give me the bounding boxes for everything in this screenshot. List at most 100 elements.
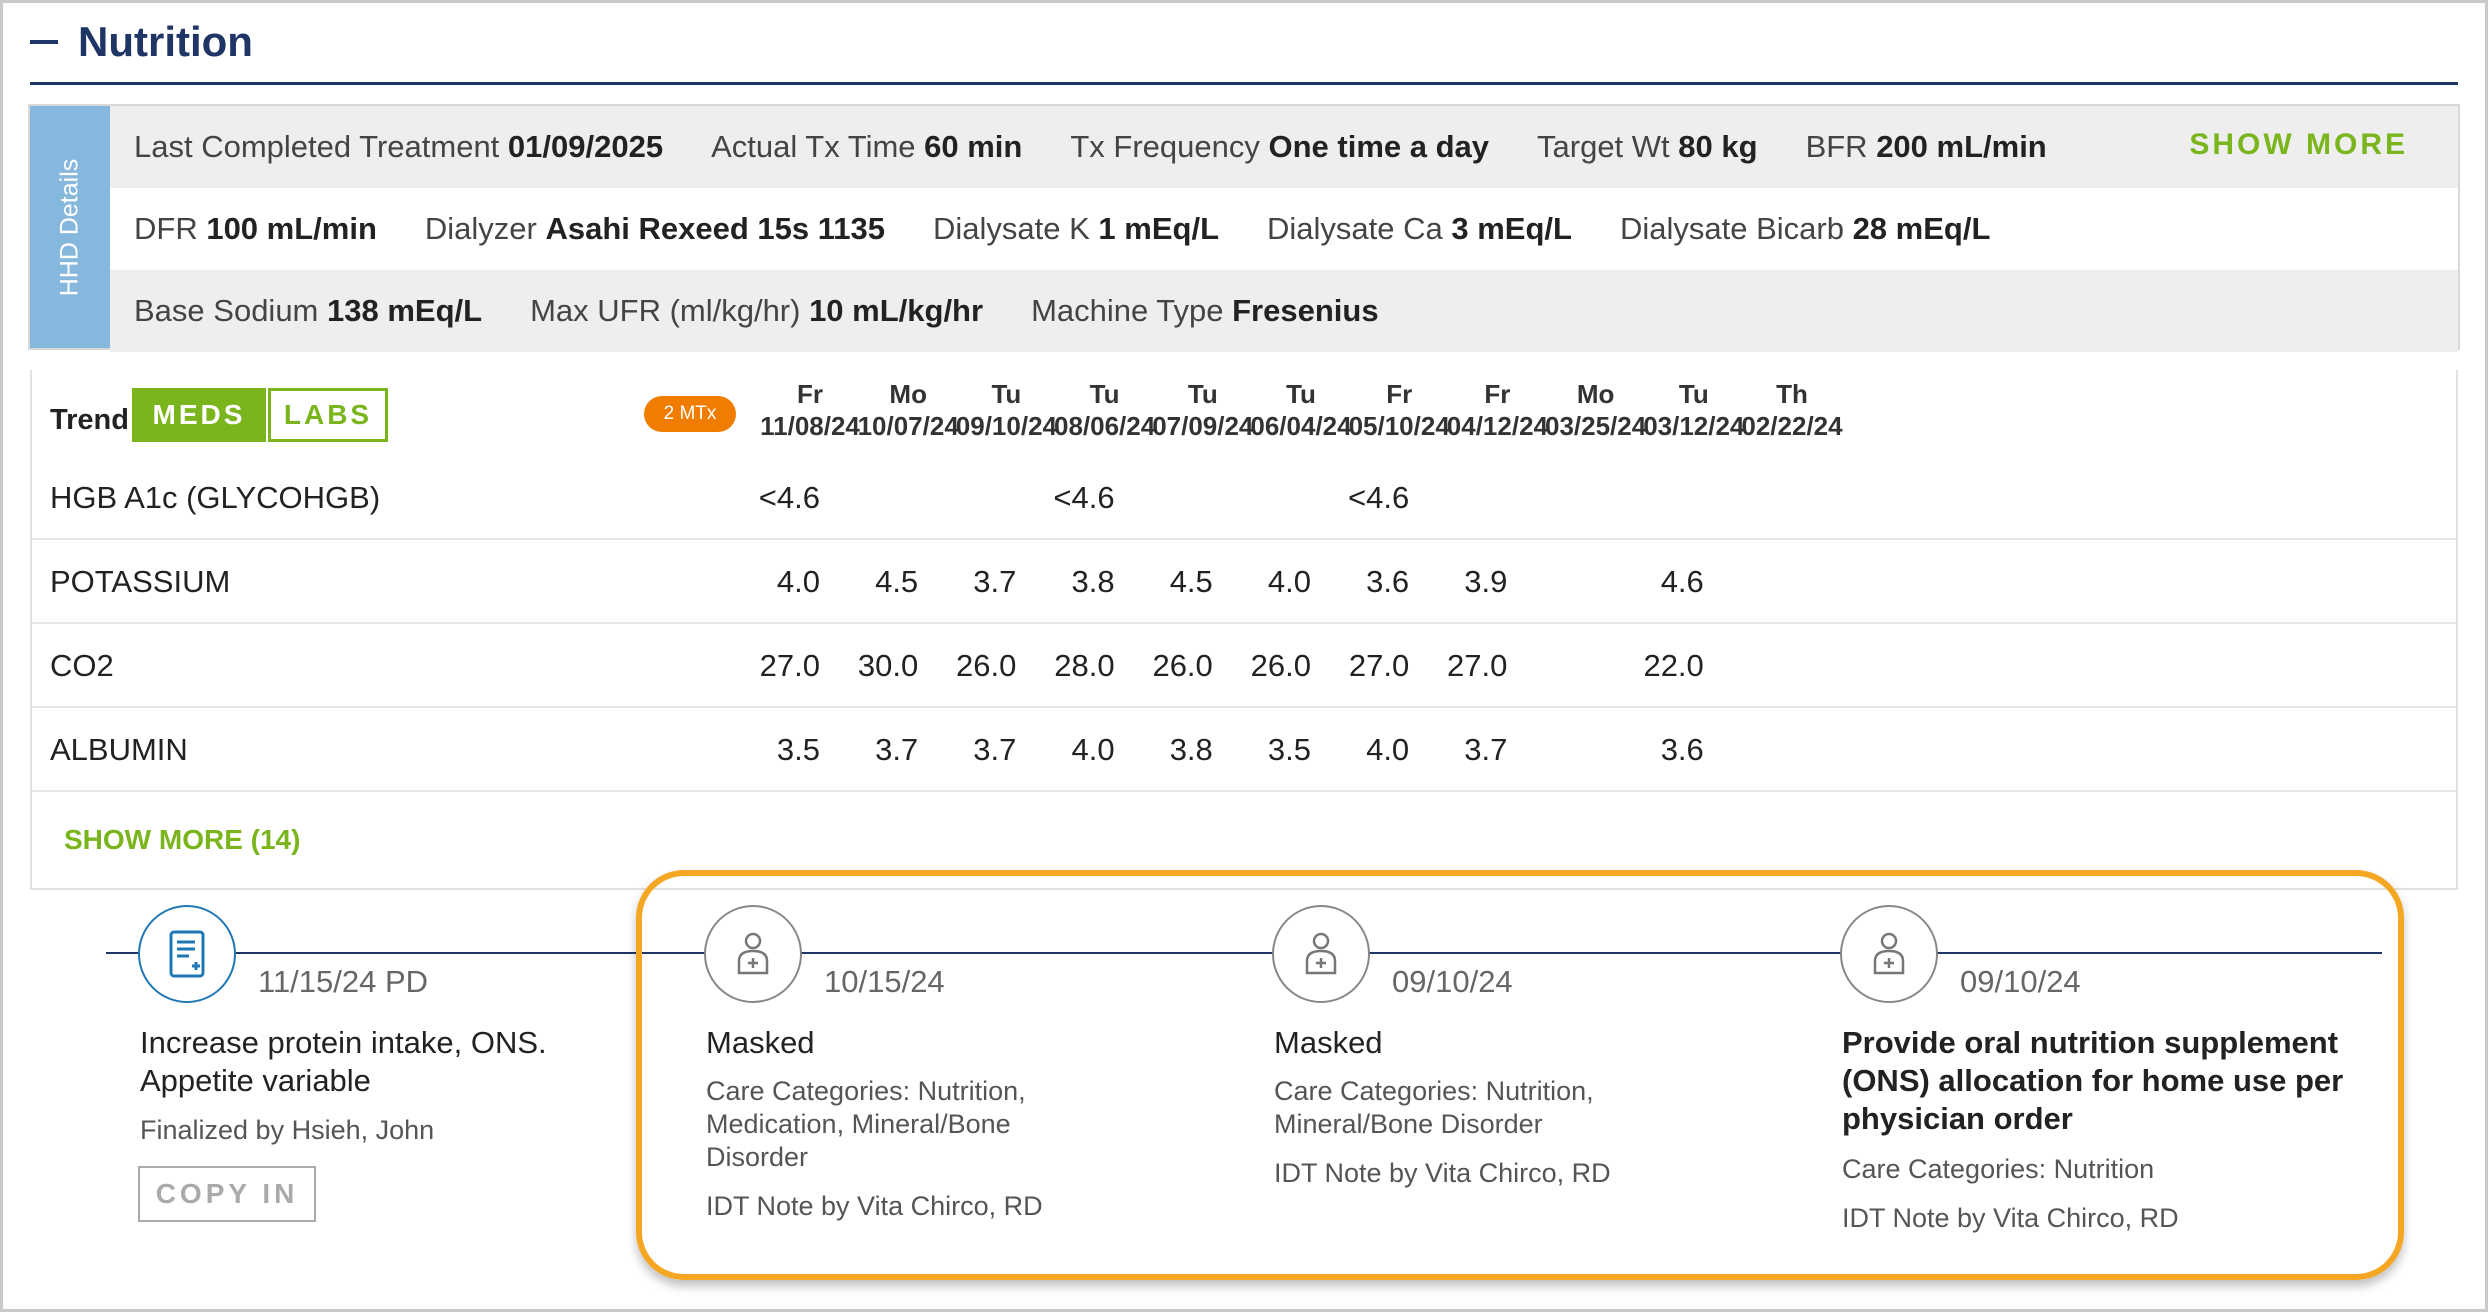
lab-value[interactable]: 4.6 [1624, 564, 1704, 600]
trend-body: HGB A1c (GLYCOHGB) <4.6 <4.6 <4.6 POTASSIUM 4… [32, 456, 2456, 792]
lab-value[interactable]: 3.6 [1624, 732, 1704, 768]
lab-value[interactable]: 3.7 [838, 732, 918, 768]
hhd-field-label: BFR [1805, 129, 1877, 164]
timeline-title-line: Masked [1274, 1025, 1383, 1060]
lab-value[interactable]: 3.9 [1427, 564, 1507, 600]
timeline-date: 10/15/24 [824, 964, 945, 999]
lab-name: ALBUMIN [50, 732, 188, 767]
hhd-field-label: Machine Type [1031, 293, 1233, 328]
lab-value[interactable]: <4.6 [1329, 480, 1409, 516]
minus-icon[interactable] [30, 40, 58, 44]
timeline-title: Masked [706, 1024, 815, 1062]
hhd-field-value: One time a day [1268, 129, 1490, 164]
hhd-field: Last Completed Treatment 01/09/2025 [134, 129, 663, 165]
lab-value[interactable]: 3.6 [1329, 564, 1409, 600]
lab-value[interactable]: 22.0 [1624, 648, 1703, 684]
hhd-field-label: Actual Tx Time [711, 129, 925, 164]
lab-value[interactable]: 4.0 [1329, 732, 1409, 768]
lab-value[interactable]: 27.0 [1427, 648, 1507, 684]
lab-value[interactable]: 28.0 [1035, 648, 1114, 684]
lab-value[interactable]: 27.0 [1329, 648, 1409, 684]
timeline-title-line: Masked [706, 1025, 815, 1060]
lab-value[interactable]: 3.8 [1133, 732, 1213, 768]
trend-table: Trend MEDS LABS 2 MTx Fr 11/08/24 Mo 10/07/… [30, 370, 2458, 890]
lab-value[interactable]: 27.0 [740, 648, 820, 684]
date-column-day: Th [1776, 379, 1808, 409]
hhd-field: Max UFR (ml/kg/hr) 10 mL/kg/hr [530, 293, 983, 329]
hhd-field-value: 3 mEq/L [1451, 211, 1572, 246]
trend-header: Trend MEDS LABS 2 MTx Fr 11/08/24 Mo 10/07/… [32, 370, 2456, 456]
care-provider-icon [704, 905, 802, 1003]
hhd-field: Tx Frequency One time a day [1070, 129, 1489, 165]
timeline-subtext-line: Finalized by Hsieh, John [140, 1115, 435, 1145]
hhd-row: Base Sodium 138 mEq/L Max UFR (ml/kg/hr) … [110, 270, 2458, 352]
lab-name: CO2 [50, 648, 114, 683]
timeline-note: IDT Note by Vita Chirco, RD [1274, 1158, 1611, 1188]
date-column-date: 02/22/24 [1741, 411, 1843, 441]
hhd-row: Last Completed Treatment 01/09/2025 Actua… [110, 106, 2458, 188]
copy-in-button[interactable]: COPY IN [138, 1166, 316, 1222]
timeline-subtext-line: Mineral/Bone Disorder [1274, 1109, 1543, 1139]
hhd-field-value: 60 min [924, 129, 1023, 164]
lab-value[interactable]: <4.6 [1035, 480, 1114, 516]
lab-value[interactable]: <4.6 [740, 480, 820, 516]
hhd-details-tab: HHD Details [30, 106, 110, 348]
lab-value[interactable]: 26.0 [1133, 648, 1212, 684]
hhd-field: Machine Type Fresenius [1031, 293, 1379, 329]
care-provider-icon [1272, 905, 1370, 1003]
header-divider [30, 82, 2458, 85]
document-icon [138, 905, 236, 1003]
lab-value[interactable]: 30.0 [838, 648, 918, 684]
lab-name: POTASSIUM [50, 564, 231, 599]
timeline-date: 09/10/24 [1960, 964, 2081, 999]
lab-name: HGB A1c (GLYCOHGB) [50, 480, 381, 515]
show-more-labs-button[interactable]: SHOW MORE (14) [64, 824, 300, 856]
hhd-field: Dialysate Ca 3 mEq/L [1267, 211, 1572, 247]
hhd-details-panel: HHD Details Last Completed Treatment 01/… [28, 104, 2460, 352]
lab-value[interactable]: 4.0 [1231, 564, 1311, 600]
hhd-field-value: 200 mL/min [1876, 129, 2047, 164]
hhd-field: Actual Tx Time 60 min [711, 129, 1022, 165]
timeline-date: 11/15/24 PD [258, 964, 429, 999]
lab-value[interactable]: 4.0 [740, 564, 820, 600]
timeline-subtext-line: Care Categories: Nutrition, [1274, 1076, 1594, 1106]
timeline-subtext-line: Disorder [706, 1142, 809, 1172]
section-header: Nutrition [30, 6, 253, 78]
lab-value[interactable]: 4.0 [1035, 732, 1114, 768]
hhd-field-label: DFR [134, 211, 207, 246]
timeline-date: 09/10/24 [1392, 964, 1513, 999]
mtx-badge[interactable]: 2 MTx [644, 396, 736, 432]
lab-value[interactable]: 3.7 [1427, 732, 1507, 768]
hhd-field: Dialyzer Asahi Rexeed 15s 1135 [425, 211, 885, 247]
lab-value[interactable]: 4.5 [838, 564, 918, 600]
table-row: HGB A1c (GLYCOHGB) <4.6 <4.6 <4.6 [32, 456, 2456, 540]
lab-value[interactable]: 4.5 [1133, 564, 1213, 600]
lab-value[interactable]: 3.7 [936, 732, 1016, 768]
timeline-subtext-line: Care Categories: Nutrition [1842, 1154, 2155, 1184]
lab-value[interactable]: 3.8 [1035, 564, 1114, 600]
hhd-field-value: 138 mEq/L [327, 293, 483, 328]
date-column-header[interactable]: Th 02/22/24 [1714, 378, 1870, 442]
section-title: Nutrition [78, 18, 253, 65]
lab-value[interactable]: 26.0 [936, 648, 1016, 684]
timeline-subtext-line: Medication, Mineral/Bone [706, 1109, 1011, 1139]
timeline-subtext: Care Categories: Nutrition, Medication, M… [706, 1075, 1026, 1174]
lab-value[interactable]: 3.7 [936, 564, 1016, 600]
show-more-details-button[interactable]: SHOW MORE [2189, 128, 2408, 162]
labs-toggle-button[interactable]: LABS [268, 388, 388, 442]
hhd-field-value: 1 mEq/L [1098, 211, 1220, 246]
hhd-field-label: Dialysate K [933, 211, 1099, 246]
hhd-field-value: 10 mL/kg/hr [809, 293, 984, 328]
timeline-subtext-line: Care Categories: Nutrition, [706, 1076, 1026, 1106]
timeline-subtext: Finalized by Hsieh, John [140, 1114, 434, 1147]
lab-value[interactable]: 26.0 [1231, 648, 1311, 684]
timeline-title: Provide oral nutrition supplement (ONS) a… [1842, 1024, 2343, 1138]
meds-toggle-button[interactable]: MEDS [132, 388, 266, 442]
hhd-field-label: Dialyzer [424, 211, 546, 246]
timeline-title-line: physician order [1842, 1101, 2073, 1136]
timeline-subtext: Care Categories: Nutrition, Mineral/Bone … [1274, 1075, 1594, 1141]
hhd-field-label: Base Sodium [134, 293, 327, 328]
lab-value[interactable]: 3.5 [740, 732, 820, 768]
care-provider-icon [1840, 905, 1938, 1003]
lab-value[interactable]: 3.5 [1231, 732, 1311, 768]
